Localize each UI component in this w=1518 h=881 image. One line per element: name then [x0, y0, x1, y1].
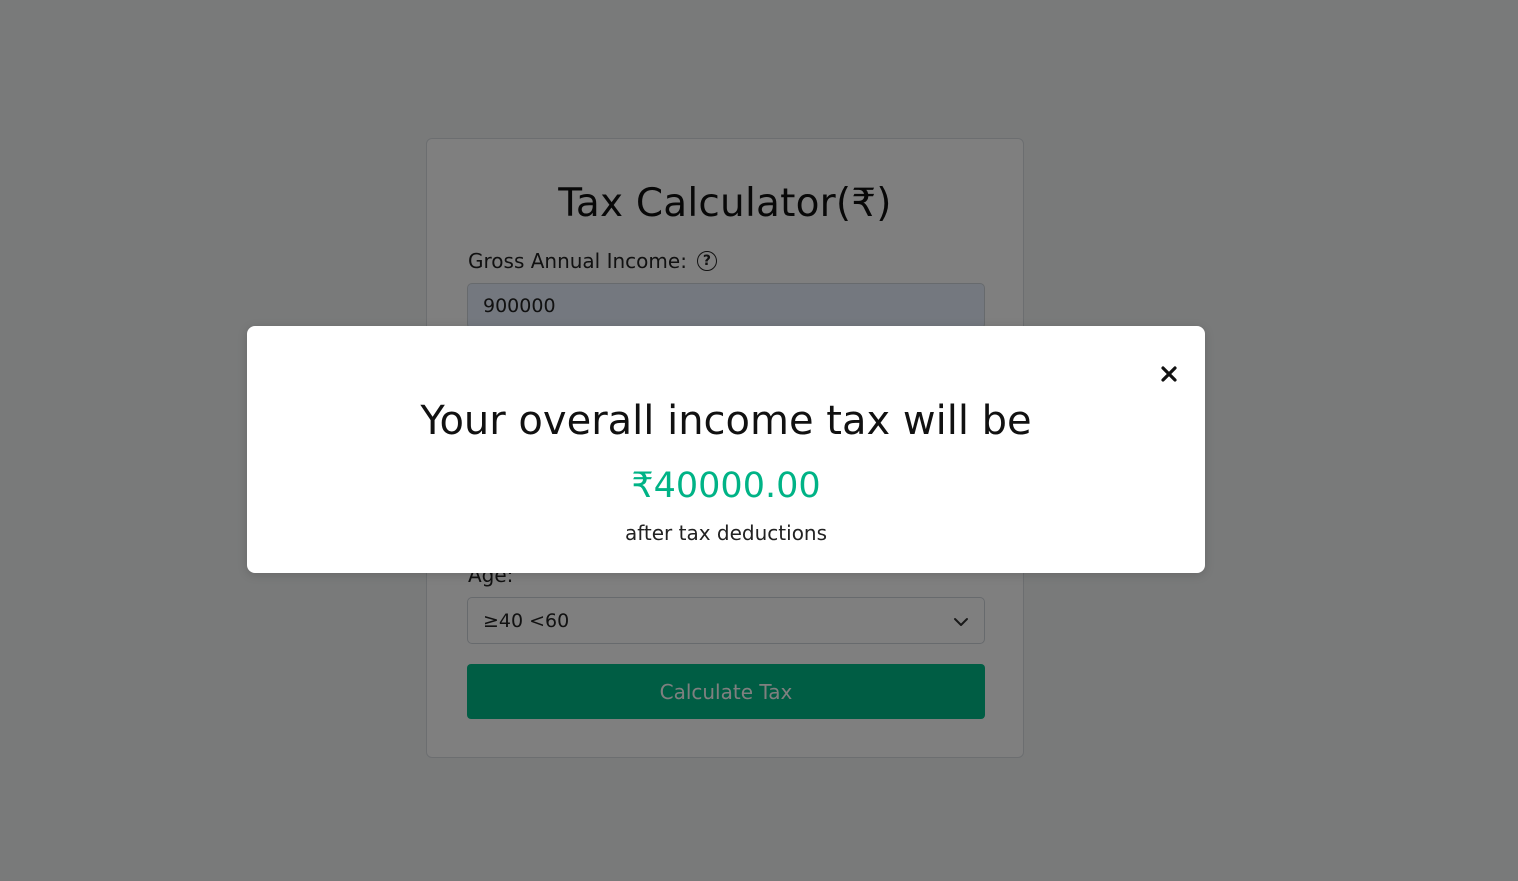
close-icon: [1160, 365, 1178, 387]
after-deductions-text: after tax deductions: [624, 521, 828, 545]
modal-heading: Your overall income tax will be: [420, 398, 1032, 444]
close-button[interactable]: [1155, 362, 1183, 390]
tax-amount: ₹40000.00: [631, 466, 821, 506]
tax-result-modal: Your overall income tax will be ₹40000.0…: [247, 326, 1205, 573]
